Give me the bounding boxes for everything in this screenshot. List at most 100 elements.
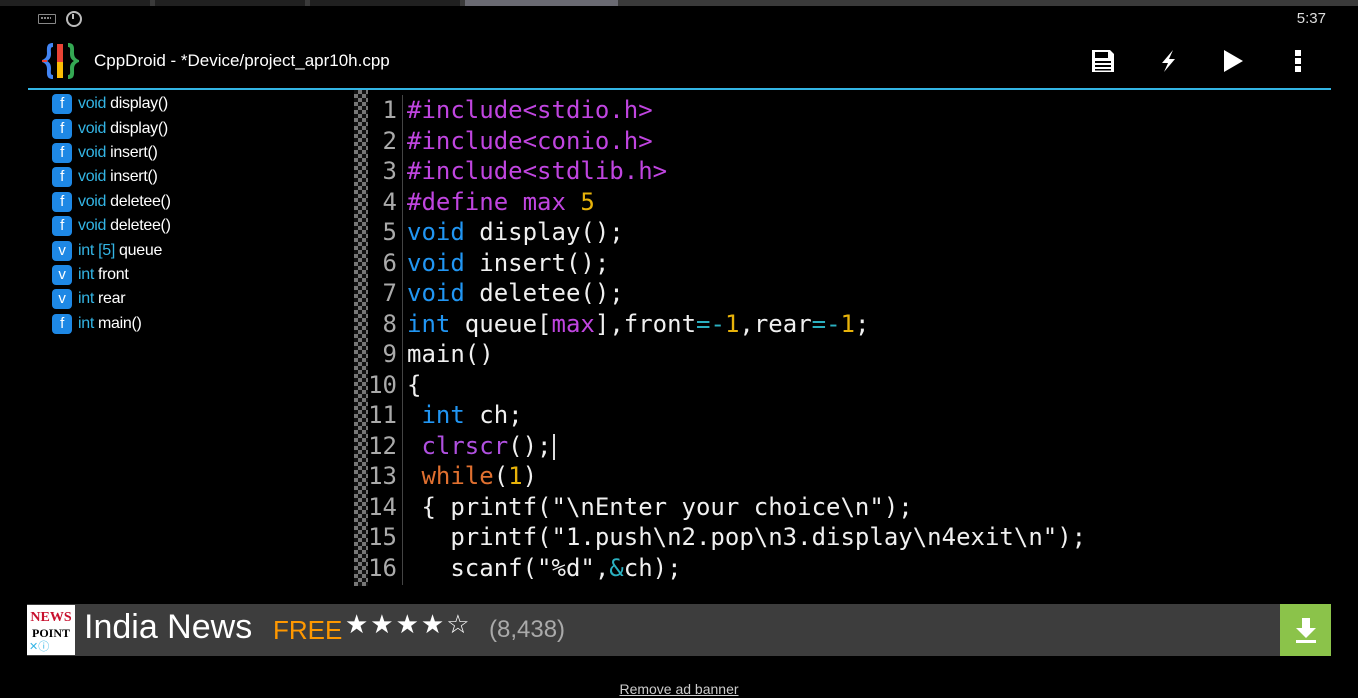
outline-item[interactable]: f void insert() — [52, 165, 352, 189]
outline-item[interactable]: f void display() — [52, 116, 352, 140]
code-token: 1 — [840, 309, 855, 338]
code-line[interactable]: 15 printf("1.push\n2.pop\n3.display\n4ex… — [368, 522, 1086, 553]
code-token: 5 — [580, 187, 595, 216]
code-token: void — [407, 248, 465, 277]
code-line[interactable]: 9 main() — [368, 339, 494, 370]
code-token: 1 — [508, 462, 523, 490]
code-token: int — [407, 309, 451, 338]
code-line[interactable]: 16 scanf("%d",&ch); — [368, 553, 681, 584]
code-line[interactable]: 4 #define max 5 — [368, 187, 595, 218]
function-icon: f — [52, 313, 72, 334]
function-icon: f — [52, 216, 72, 237]
status-clock: 5:37 — [1296, 10, 1326, 27]
remove-ad-banner-link[interactable]: Remove ad banner — [0, 681, 1358, 697]
ad-choices-icon[interactable]: ✕ⓘ — [29, 641, 49, 653]
outline-item[interactable]: f void deletee() — [52, 214, 352, 238]
code-token: ; — [855, 309, 870, 338]
line-number: 12 — [368, 431, 397, 460]
ad-logo-line1: NEWS — [30, 610, 72, 625]
outline-item[interactable]: v int front — [52, 263, 352, 287]
code-token: =- — [696, 309, 725, 338]
outline-item[interactable]: f void insert() — [52, 141, 352, 165]
ad-logo-line2: POINT — [31, 626, 70, 640]
code-line[interactable]: 11 int ch; — [368, 400, 523, 431]
outline-item-name: deletee() — [110, 217, 171, 235]
line-number: 5 — [382, 218, 397, 246]
symbol-outline-panel: f void display() f void display() f void insert(… — [52, 92, 352, 334]
outline-item[interactable]: f void display() — [52, 92, 352, 116]
line-number: 8 — [382, 309, 397, 338]
overflow-menu-button[interactable] — [1280, 44, 1316, 78]
lightning-icon — [1162, 50, 1175, 72]
function-icon: f — [52, 191, 72, 212]
text-caret — [552, 433, 555, 460]
code-token: { — [407, 370, 422, 399]
code-token: (); — [508, 431, 552, 460]
outline-item-type: int — [78, 290, 94, 308]
code-line[interactable]: 2 #include<conio.h> — [368, 126, 653, 157]
timer-icon — [66, 11, 82, 27]
play-icon — [1224, 50, 1243, 72]
cppdroid-logo-icon[interactable] — [40, 40, 88, 82]
code-editor[interactable]: 1 #include<stdio.h> 2 #include<conio.h> 3 #in… — [368, 95, 1338, 585]
outline-item-type: void — [78, 192, 107, 210]
code-token: #include<stdio.h> — [407, 96, 653, 124]
code-token: ,rear — [739, 309, 812, 338]
code-line[interactable]: 5 void display(); — [368, 217, 624, 248]
ad-free-label: FREE — [273, 615, 343, 645]
ad-rating-stars: ★★★★☆ — [345, 610, 472, 640]
outline-item-name: display() — [110, 119, 168, 137]
save-button[interactable] — [1085, 44, 1121, 78]
ad-app-logo: NEWS POINT ✕ⓘ — [27, 605, 75, 655]
code-token: #include<conio.h> — [407, 126, 653, 155]
code-token: queue[ — [450, 309, 552, 338]
code-line[interactable]: 6 void insert(); — [368, 248, 610, 279]
code-token: & — [609, 553, 624, 582]
code-token: =- — [811, 309, 841, 338]
code-token: max — [551, 309, 595, 338]
outline-item[interactable]: f void deletee() — [52, 190, 352, 214]
code-token: int — [421, 401, 465, 429]
line-number: 15 — [368, 523, 397, 551]
code-token: void — [407, 279, 465, 307]
outline-item[interactable]: v int [5] queue — [52, 238, 352, 262]
build-button[interactable] — [1150, 44, 1186, 78]
code-line[interactable]: 13 while(1) — [368, 461, 537, 492]
code-token: ],front — [594, 309, 697, 338]
line-number: 9 — [382, 340, 397, 368]
outline-item-type: void — [78, 217, 107, 235]
code-line[interactable]: 8 int queue[max],front=-1,rear=-1; — [368, 309, 870, 340]
ad-title: India News — [84, 608, 253, 646]
code-token: main() — [407, 340, 494, 368]
run-button[interactable] — [1215, 44, 1251, 78]
outline-item[interactable]: f int main() — [52, 312, 352, 336]
code-line[interactable]: 14 { printf("\nEnter your choice\n"); — [368, 492, 913, 523]
outline-item-name: display() — [110, 95, 168, 113]
variable-icon: v — [52, 289, 72, 310]
code-token: while — [421, 462, 494, 490]
fold-gutter[interactable] — [354, 90, 368, 586]
download-icon — [1295, 618, 1316, 643]
ad-download-button[interactable] — [1280, 604, 1331, 656]
code-line[interactable]: 3 #include<stdlib.h> — [368, 156, 668, 187]
function-icon: f — [52, 118, 72, 139]
code-line[interactable]: 7 void deletee(); — [368, 278, 624, 309]
code-line[interactable]: 12 clrscr(); — [368, 431, 555, 462]
outline-item-type: void — [78, 119, 107, 137]
code-token: deletee(); — [464, 279, 624, 307]
ad-rating-count: (8,438) — [489, 616, 566, 643]
line-number: 13 — [368, 462, 397, 490]
code-line[interactable]: 10 { — [368, 370, 421, 401]
outline-item[interactable]: v int rear — [52, 287, 352, 311]
ad-banner[interactable]: NEWS POINT ✕ⓘ India News FREE ★★★★☆ (8,4… — [27, 604, 1331, 656]
line-number: 10 — [368, 370, 397, 399]
code-token: 1 — [724, 309, 740, 338]
code-line[interactable]: 1 #include<stdio.h> — [368, 95, 653, 126]
keyboard-icon — [38, 14, 56, 24]
outline-item-type: void — [78, 143, 107, 161]
app-title: CppDroid - *Device/project_apr10h.cpp — [94, 51, 390, 70]
code-token: ch; — [464, 401, 523, 429]
